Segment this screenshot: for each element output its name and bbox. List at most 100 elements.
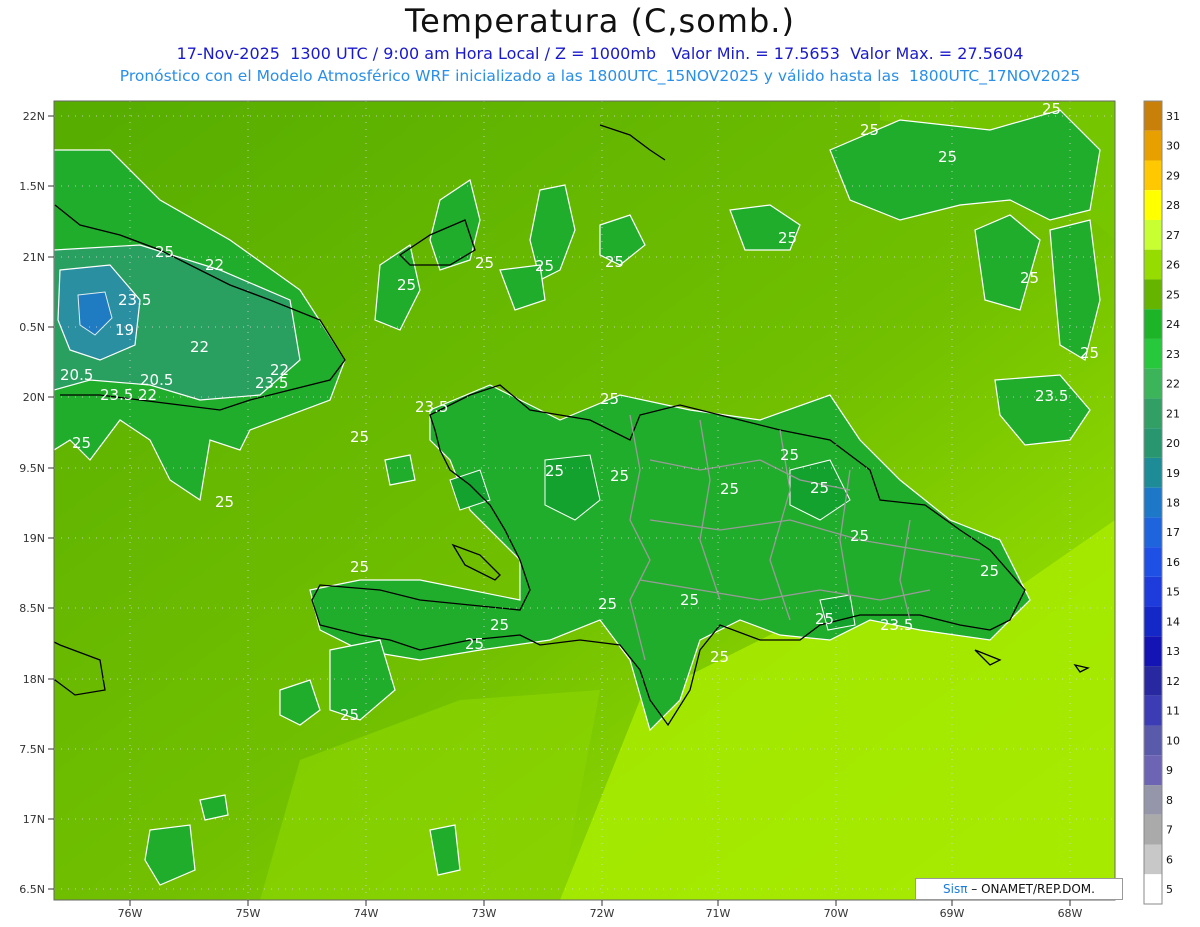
contour-label: 25 xyxy=(215,493,234,511)
contour-label: 23.5 xyxy=(1035,387,1068,405)
colorbar-label: 20 xyxy=(1166,437,1180,450)
contour-label: 25 xyxy=(810,479,829,497)
contour-label: 22 xyxy=(138,386,157,404)
contour-label: 23.5 xyxy=(415,398,448,416)
contour-label: 23.5 xyxy=(100,386,133,404)
contour-label: 25 xyxy=(1020,269,1039,287)
colorbar-label: 27 xyxy=(1166,229,1180,242)
colorbar-label: 30 xyxy=(1166,140,1180,153)
colorbar-label: 23 xyxy=(1166,348,1180,361)
contour-label: 25 xyxy=(535,257,554,275)
colorbar-swatch xyxy=(1144,785,1162,815)
lon-label: 70W xyxy=(824,907,849,920)
colorbar-swatch xyxy=(1144,844,1162,875)
credit-box: Sisπ – ONAMET/REP.DOM. xyxy=(915,878,1123,900)
contour-label: 25 xyxy=(1042,100,1061,118)
lon-label: 76W xyxy=(118,907,143,920)
lat-label: 17N xyxy=(23,813,45,826)
colorbar-swatch xyxy=(1144,576,1162,607)
contour-label: 25 xyxy=(710,648,729,666)
colorbar-swatch xyxy=(1144,219,1162,250)
longitude-labels: 76W 75W 74W 73W 72W 71W 70W 69W 68W xyxy=(118,900,1083,920)
colorbar-label: 22 xyxy=(1166,378,1180,391)
contour-label: 25 xyxy=(465,635,484,653)
colorbar-label: 11 xyxy=(1166,705,1180,718)
colorbar-label: 7 xyxy=(1166,824,1173,837)
contour-label: 20.5 xyxy=(60,366,93,384)
colorbar-swatch xyxy=(1144,279,1162,310)
colorbar-swatch xyxy=(1144,636,1162,667)
latitude-labels: 22N 1.5N 21N 0.5N 20N 9.5N 19N 8.5N 18N 7.5N 17N 6.… xyxy=(19,110,54,896)
contour-label: 25 xyxy=(680,591,699,609)
colorbar-label: 15 xyxy=(1166,586,1180,599)
colorbar-label: 31 xyxy=(1166,110,1180,123)
contour-label: 25 xyxy=(850,527,869,545)
colorbar-swatch xyxy=(1144,190,1162,220)
colorbar-swatch xyxy=(1144,338,1162,369)
colorbar-label: 17 xyxy=(1166,526,1180,539)
lat-label: 7.5N xyxy=(19,743,45,756)
colorbar-swatch xyxy=(1144,160,1162,191)
contour-label: 25 xyxy=(605,253,624,271)
colorbar-swatch xyxy=(1144,547,1162,577)
contour-label: 25 xyxy=(72,434,91,452)
credit-text: – ONAMET/REP.DOM. xyxy=(967,882,1095,896)
colorbar-label: 12 xyxy=(1166,675,1180,688)
plot-area: 252223.520.5192223.52220.523.5 2225252525… xyxy=(54,100,1115,900)
colorbar-swatch xyxy=(1144,874,1162,904)
contour-label: 22 xyxy=(190,338,209,356)
contour-label: 22 xyxy=(270,361,289,379)
colorbar-label: 10 xyxy=(1166,734,1180,747)
contour-label: 25 xyxy=(155,243,174,261)
lat-label: 8.5N xyxy=(19,602,45,615)
contour-label: 25 xyxy=(778,229,797,247)
sispi-logo: Sisπ xyxy=(943,882,968,896)
contour-label: 25 xyxy=(545,462,564,480)
colorbar-label: 21 xyxy=(1166,407,1180,420)
colorbar-label: 8 xyxy=(1166,794,1173,807)
colorbar-swatch xyxy=(1144,517,1162,548)
colorbar-label: 13 xyxy=(1166,645,1180,658)
colorbar-swatch xyxy=(1144,249,1162,280)
lat-label: 6.5N xyxy=(19,883,45,896)
lon-label: 72W xyxy=(590,907,615,920)
contour-label: 25 xyxy=(610,467,629,485)
colorbar-label: 25 xyxy=(1166,288,1180,301)
colorbar: 31 30 29 28 27 26 25 24 23 22 21 20 19 18 17 16 15 14 13 12… xyxy=(1143,100,1180,905)
lat-label: 9.5N xyxy=(19,462,45,475)
colorbar-swatch xyxy=(1144,755,1162,786)
contour-label: 19 xyxy=(115,321,134,339)
lat-label: 20N xyxy=(23,391,45,404)
lat-label: 21N xyxy=(23,251,45,264)
contour-label: 23.5 xyxy=(118,291,151,309)
colorbar-label: 24 xyxy=(1166,318,1180,331)
contour-label: 23.5 xyxy=(880,616,913,634)
contour-label: 25 xyxy=(980,562,999,580)
contour-label: 22 xyxy=(205,256,224,274)
contour-label: 25 xyxy=(340,706,359,724)
lat-label: 18N xyxy=(23,673,45,686)
colorbar-label: 14 xyxy=(1166,615,1180,628)
colorbar-swatch xyxy=(1144,457,1162,488)
contour-label: 25 xyxy=(350,558,369,576)
lon-label: 73W xyxy=(472,907,497,920)
contour-label: 25 xyxy=(475,254,494,272)
contour-label: 25 xyxy=(600,390,619,408)
temperature-map: 252223.520.5192223.52220.523.5 2225252525… xyxy=(19,100,1180,920)
contour-label: 25 xyxy=(860,121,879,139)
colorbar-swatch xyxy=(1144,398,1162,429)
colorbar-swatch xyxy=(1144,309,1162,339)
colorbar-swatch xyxy=(1144,130,1162,161)
colorbar-label: 5 xyxy=(1166,883,1173,896)
colorbar-swatch xyxy=(1144,487,1162,518)
colorbar-label: 19 xyxy=(1166,467,1180,480)
colorbar-swatch xyxy=(1144,725,1162,756)
lon-label: 75W xyxy=(236,907,261,920)
contour-label: 25 xyxy=(720,480,739,498)
colorbar-swatch xyxy=(1144,368,1162,399)
colorbar-swatch xyxy=(1144,101,1162,131)
colorbar-label: 26 xyxy=(1166,259,1180,272)
colorbar-label: 29 xyxy=(1166,169,1180,182)
contour-label: 25 xyxy=(598,595,617,613)
lon-label: 71W xyxy=(706,907,731,920)
